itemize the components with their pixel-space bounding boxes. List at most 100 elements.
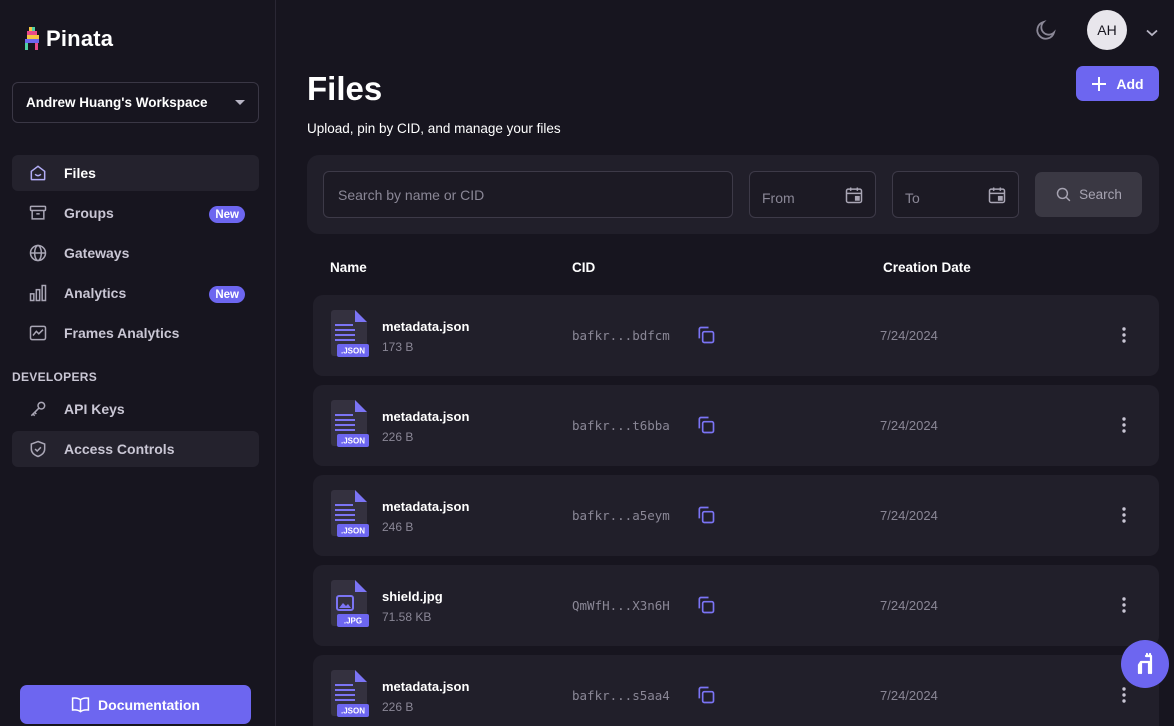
- file-type-label: .JSON: [341, 437, 365, 446]
- copy-icon[interactable]: [696, 595, 716, 615]
- image-file-icon: .JPG: [331, 580, 369, 627]
- more-options-icon[interactable]: [1117, 506, 1131, 524]
- more-options-icon[interactable]: [1117, 686, 1131, 704]
- sidebar-item-label: Groups: [64, 205, 114, 221]
- table-row[interactable]: .JSON metadata.json 226 B bafkr...s5aa4 …: [313, 655, 1159, 726]
- creation-date: 7/24/2024: [880, 418, 938, 433]
- workspace-name: Andrew Huang's Workspace: [26, 95, 208, 110]
- sidebar-item-label: Files: [64, 165, 96, 181]
- file-cid: bafkr...a5eym: [572, 508, 670, 523]
- file-size: 173 B: [382, 340, 414, 354]
- theme-toggle-button[interactable]: [1034, 18, 1058, 47]
- column-header-cid: CID: [572, 260, 596, 275]
- more-options-icon[interactable]: [1117, 596, 1131, 614]
- search-button-label: Search: [1079, 187, 1122, 202]
- archive-icon: [27, 202, 49, 224]
- search-input[interactable]: [323, 171, 733, 218]
- file-type-label: .JSON: [341, 527, 365, 536]
- new-badge: New: [209, 286, 245, 303]
- copy-icon[interactable]: [696, 415, 716, 435]
- plus-icon: [1092, 76, 1107, 91]
- line-chart-icon: [27, 322, 49, 344]
- sidebar-item-label: Access Controls: [64, 441, 175, 457]
- new-badge: New: [209, 206, 245, 223]
- bar-chart-icon: [27, 282, 49, 304]
- creation-date: 7/24/2024: [880, 598, 938, 613]
- sidebar-item-label: Gateways: [64, 245, 130, 261]
- sidebar-item-label: API Keys: [64, 401, 125, 417]
- sidebar-item-analytics[interactable]: Analytics New: [12, 275, 259, 311]
- globe-icon: [27, 242, 49, 264]
- help-chat-button[interactable]: [1121, 640, 1169, 688]
- creation-date: 7/24/2024: [880, 328, 938, 343]
- file-size: 226 B: [382, 430, 414, 444]
- json-file-icon: .JSON: [331, 310, 369, 357]
- calendar-icon: [988, 187, 1006, 203]
- copy-icon[interactable]: [696, 505, 716, 525]
- add-button[interactable]: Add: [1076, 66, 1159, 101]
- file-cid: bafkr...s5aa4: [572, 688, 670, 703]
- file-size: 226 B: [382, 700, 414, 714]
- key-icon: [27, 398, 49, 420]
- json-file-icon: .JSON: [331, 400, 369, 447]
- calendar-icon: [845, 187, 863, 203]
- sidebar-item-access-controls[interactable]: Access Controls: [12, 431, 259, 467]
- user-avatar[interactable]: AH: [1087, 10, 1127, 50]
- sidebar-item-gateways[interactable]: Gateways: [12, 235, 259, 271]
- documentation-button[interactable]: Documentation: [20, 685, 251, 724]
- moon-icon: [1036, 20, 1056, 40]
- copy-icon[interactable]: [696, 325, 716, 345]
- table-row[interactable]: .JSON metadata.json 246 B bafkr...a5eym …: [313, 475, 1159, 556]
- caret-down-icon: [235, 100, 245, 105]
- workspace-selector[interactable]: Andrew Huang's Workspace: [12, 82, 259, 123]
- file-cid: QmWfH...X3n6H: [572, 598, 670, 613]
- table-row[interactable]: .JSON metadata.json 173 B bafkr...bdfcm …: [313, 295, 1159, 376]
- developers-section-label: DEVELOPERS: [12, 370, 98, 384]
- to-date-field[interactable]: To: [892, 171, 1019, 218]
- search-button[interactable]: Search: [1035, 172, 1142, 217]
- json-file-icon: .JSON: [331, 490, 369, 537]
- file-type-label: .JSON: [341, 707, 365, 716]
- pinata-mascot-icon: [1137, 652, 1153, 675]
- file-name[interactable]: shield.jpg: [382, 589, 443, 604]
- table-row[interactable]: .JSON metadata.json 226 B bafkr...t6bba …: [313, 385, 1159, 466]
- book-icon: [71, 697, 90, 713]
- to-date-label: To: [905, 189, 920, 206]
- chevron-down-icon[interactable]: [1146, 24, 1158, 42]
- file-name[interactable]: metadata.json: [382, 679, 469, 694]
- more-options-icon[interactable]: [1117, 416, 1131, 434]
- creation-date: 7/24/2024: [880, 688, 938, 703]
- file-name[interactable]: metadata.json: [382, 409, 469, 424]
- from-date-field[interactable]: From: [749, 171, 876, 218]
- search-icon: [1056, 187, 1071, 202]
- file-cid: bafkr...bdfcm: [572, 328, 670, 343]
- documentation-label: Documentation: [98, 696, 200, 713]
- filter-bar: From To Search: [307, 155, 1159, 234]
- sidebar: Pinata Andrew Huang's Workspace Files Gr…: [0, 0, 276, 726]
- sidebar-item-label: Analytics: [64, 285, 127, 301]
- from-date-label: From: [762, 189, 795, 206]
- page-title: Files: [307, 70, 383, 107]
- sidebar-item-groups[interactable]: Groups New: [12, 195, 259, 231]
- sidebar-item-frames-analytics[interactable]: Frames Analytics: [12, 315, 259, 351]
- file-type-label: .JSON: [341, 347, 365, 356]
- file-size: 246 B: [382, 520, 414, 534]
- table-row[interactable]: .JPG shield.jpg 71.58 KB QmWfH...X3n6H 7…: [313, 565, 1159, 646]
- sidebar-item-api-keys[interactable]: API Keys: [12, 391, 259, 427]
- shield-check-icon: [27, 438, 49, 460]
- home-icon: [27, 162, 49, 184]
- column-header-creation-date: Creation Date: [883, 260, 971, 275]
- column-header-name: Name: [330, 260, 367, 275]
- creation-date: 7/24/2024: [880, 508, 938, 523]
- file-name[interactable]: metadata.json: [382, 499, 469, 514]
- pinata-logo[interactable]: Pinata: [24, 26, 113, 52]
- more-options-icon[interactable]: [1117, 326, 1131, 344]
- file-cid: bafkr...t6bba: [572, 418, 670, 433]
- sidebar-item-label: Frames Analytics: [64, 325, 180, 341]
- sidebar-item-files[interactable]: Files: [12, 155, 259, 191]
- brand-name: Pinata: [46, 26, 114, 51]
- file-type-label: .JPG: [344, 617, 362, 626]
- copy-icon[interactable]: [696, 685, 716, 705]
- page-subtitle: Upload, pin by CID, and manage your file…: [307, 121, 561, 136]
- file-name[interactable]: metadata.json: [382, 319, 469, 334]
